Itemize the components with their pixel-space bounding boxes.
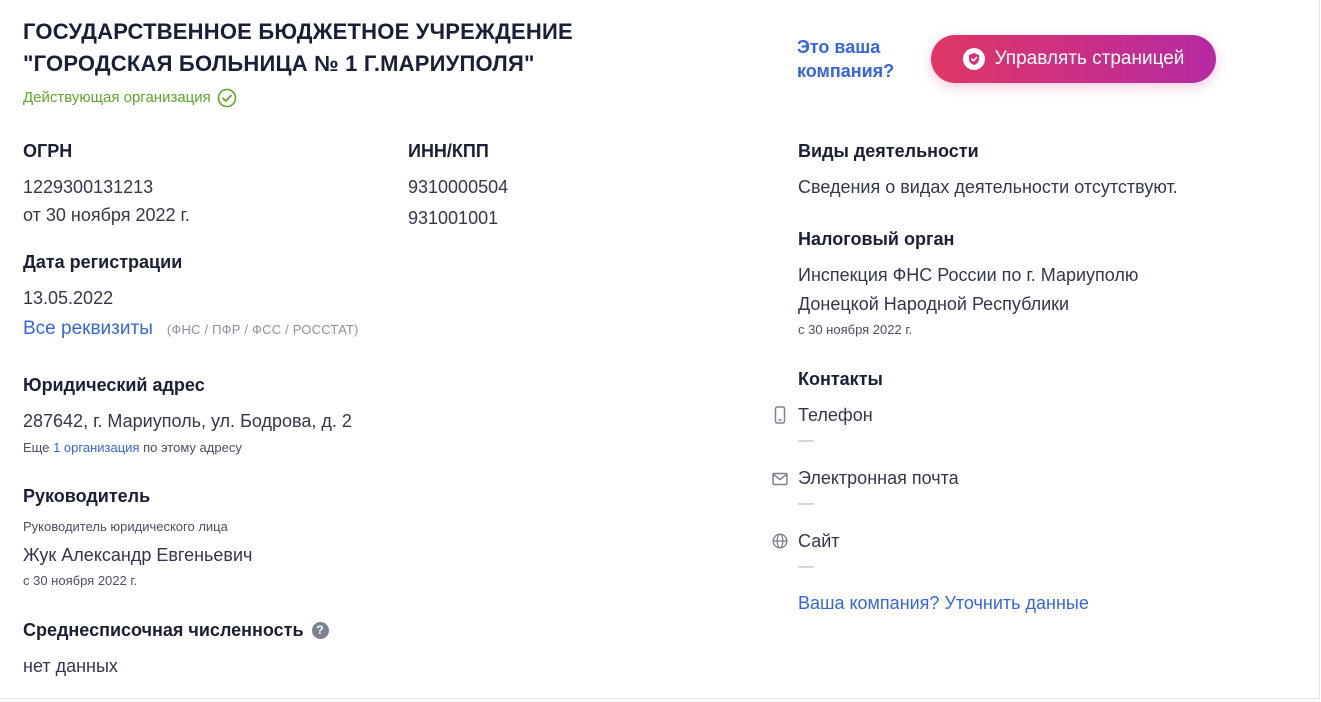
status-text: Действующая организация — [23, 89, 211, 106]
ogrn-label: ОГРН — [23, 141, 73, 161]
director-since: с 30 ноября 2022 г. — [23, 573, 138, 588]
ogrn-value: 1229300131213 — [23, 177, 154, 197]
registration-date: 13.05.2022 — [23, 288, 114, 308]
site-label: Сайт — [798, 531, 840, 551]
address-more-suffix: по этому адресу — [143, 440, 242, 455]
phone-icon — [774, 406, 786, 424]
tax-authority-label: Налоговый орган — [798, 229, 955, 249]
help-icon[interactable]: ? — [311, 622, 329, 639]
phone-label: Телефон — [798, 405, 873, 425]
manage-page-button-label: Управлять страницей — [994, 48, 1185, 69]
company-title: ГОСУДАРСТВЕННОЕ БЮДЖЕТНОЕ УЧРЕЖДЕНИЕ "ГО… — [23, 16, 723, 80]
check-circle-icon — [217, 88, 237, 108]
headcount-value: нет данных — [23, 656, 118, 676]
headcount-label-row: Среднесписочная численность? — [23, 618, 329, 642]
address-more-prefix: Еще — [23, 440, 50, 455]
activities-label: Виды деятельности — [798, 141, 979, 161]
mail-icon — [772, 472, 788, 486]
phone-value: — — [798, 432, 814, 449]
address-label: Юридический адрес — [23, 375, 205, 395]
email-value: — — [798, 495, 814, 512]
same-address-orgs-link[interactable]: 1 организация — [53, 440, 139, 455]
registration-label: Дата регистрации — [23, 252, 183, 272]
details-sources: (ФНС / ПФР / ФСС / РОССТАТ) — [166, 322, 359, 337]
email-label: Электронная почта — [798, 468, 959, 488]
director-role: Руководитель юридического лица — [23, 519, 228, 534]
site-value: — — [798, 558, 814, 575]
kpp-value: 931001001 — [408, 208, 499, 228]
company-title-line1: ГОСУДАРСТВЕННОЕ БЮДЖЕТНОЕ УЧРЕЖДЕНИЕ — [23, 19, 573, 44]
address-more: Еще 1 организация по этому адресу — [23, 438, 242, 458]
company-card: ГОСУДАРСТВЕННОЕ БЮДЖЕТНОЕ УЧРЕЖДЕНИЕ "ГО… — [0, 0, 1320, 699]
inn-value: 9310000504 — [408, 177, 509, 197]
headcount-label: Среднесписочная численность — [23, 620, 304, 640]
is-your-company-link[interactable]: Это ваша компания? — [797, 35, 927, 83]
tax-authority-line1: Инспекция ФНС России по г. Мариуполю — [798, 265, 1139, 285]
globe-icon — [772, 533, 788, 549]
company-title-line2: "ГОРОДСКАЯ БОЛЬНИЦА № 1 Г.МАРИУПОЛЯ" — [23, 51, 535, 76]
shield-check-icon — [962, 48, 985, 70]
ogrn-date: от 30 ноября 2022 г. — [23, 205, 190, 225]
director-name[interactable]: Жук Александр Евгеньевич — [23, 541, 252, 569]
contacts-label: Контакты — [798, 369, 883, 389]
tax-authority-line2: Донецкой Народной Республики — [798, 294, 1070, 314]
address-value: 287642, г. Мариуполь, ул. Бодрова, д. 2 — [23, 411, 352, 431]
inn-kpp-label: ИНН/КПП — [408, 141, 489, 161]
director-label: Руководитель — [23, 486, 151, 506]
status-badge: Действующая организация — [23, 87, 237, 109]
update-data-link[interactable]: Ваша компания? Уточнить данные — [798, 590, 1089, 616]
manage-page-button[interactable]: Управлять страницей — [931, 35, 1216, 83]
details-row: Все реквизиты (ФНС / ПФР / ФСС / РОССТАТ… — [23, 318, 359, 340]
all-details-link[interactable]: Все реквизиты — [23, 318, 153, 340]
tax-authority-since: с 30 ноября 2022 г. — [798, 322, 913, 337]
activities-value: Сведения о видах деятельности отсутствую… — [798, 177, 1178, 197]
